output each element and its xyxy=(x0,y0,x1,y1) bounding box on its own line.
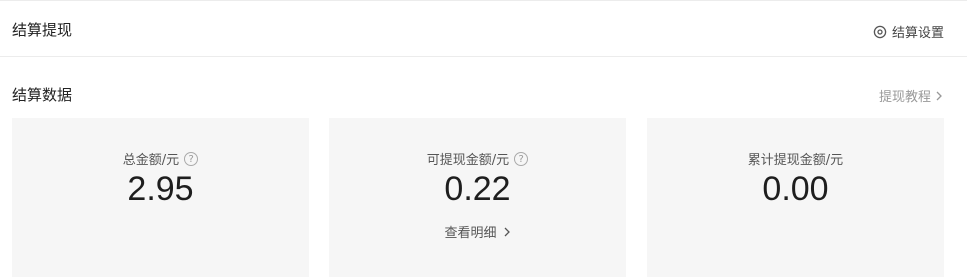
total-amount-card: 总金额/元 ? 2.95 xyxy=(12,118,309,277)
withdraw-tutorial-label: 提现教程 xyxy=(878,90,931,105)
view-details-link[interactable]: 查看明细 xyxy=(329,222,626,241)
withdraw-tutorial-link[interactable]: 提现教程 xyxy=(879,86,943,105)
withdrawable-amount-card: 可提现金额/元 ? 0.22 查看明细 xyxy=(329,118,626,277)
settlement-settings-label: 结算设置 xyxy=(891,26,944,41)
cumulative-withdrawn-card: 累计提现金额/元 0.00 xyxy=(647,118,944,277)
cumulative-withdrawn-value: 0.00 xyxy=(762,170,829,208)
settings-icon xyxy=(873,25,887,38)
withdrawable-amount-value: 0.22 xyxy=(444,170,511,208)
help-icon[interactable]: ? xyxy=(514,151,529,166)
chevron-right-icon xyxy=(504,227,510,236)
total-amount-label: 总金额/元 xyxy=(122,153,180,168)
total-amount-value: 2.95 xyxy=(127,170,194,208)
page-header: 结算提现 结算设置 xyxy=(0,0,967,57)
view-details-label: 查看明细 xyxy=(444,226,497,241)
cumulative-withdrawn-label: 累计提现金额/元 xyxy=(747,153,844,168)
withdrawable-amount-label: 可提现金额/元 xyxy=(426,153,510,168)
section-title: 结算数据 xyxy=(12,86,73,104)
help-icon[interactable]: ? xyxy=(184,151,199,166)
page-title: 结算提现 xyxy=(12,21,73,39)
chevron-right-icon xyxy=(936,91,942,100)
settlement-settings-button[interactable]: 结算设置 xyxy=(873,22,944,41)
